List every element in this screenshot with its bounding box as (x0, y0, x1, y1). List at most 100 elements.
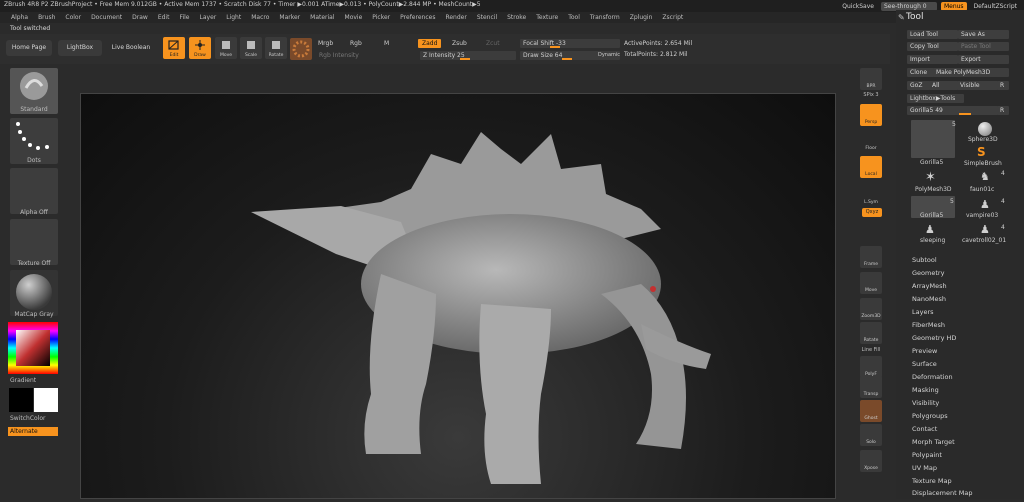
secondary-color-swatch[interactable] (34, 388, 58, 412)
goz-visible-button[interactable]: Visible (957, 81, 998, 90)
section-nanomesh[interactable]: NanoMesh (912, 295, 946, 303)
persp-button[interactable]: Persp (860, 104, 882, 126)
lightbox-tools-button[interactable]: Lightbox▶Tools (907, 94, 964, 103)
primary-color-swatch[interactable] (9, 388, 33, 412)
draw-mode-button[interactable]: Draw (189, 37, 211, 59)
simplebrush-icon[interactable]: S (977, 145, 986, 159)
zsub-button[interactable]: Zsub (452, 40, 467, 47)
focal-shift-slider[interactable]: Focal Shift -33 (520, 39, 620, 48)
section-polypaint[interactable]: Polypaint (912, 451, 942, 459)
menu-stencil[interactable]: Stencil (472, 14, 502, 21)
document-canvas[interactable] (80, 93, 836, 499)
menu-alpha[interactable]: Alpha (6, 14, 33, 21)
scale-mode-button[interactable]: Scale (240, 37, 262, 59)
material-swatch[interactable] (290, 38, 312, 60)
cavetroll-icon[interactable]: ♟ (980, 223, 990, 236)
move-view-button[interactable]: Move (860, 272, 882, 294)
menu-brush[interactable]: Brush (33, 14, 60, 21)
section-contact[interactable]: Contact (912, 425, 937, 433)
sculpt-model[interactable] (81, 94, 837, 500)
section-fibermesh[interactable]: FiberMesh (912, 321, 945, 329)
goz-r-button[interactable]: R (997, 81, 1009, 90)
lightbox-button[interactable]: LightBox (58, 40, 102, 56)
paste-tool-button[interactable]: Paste Tool (958, 42, 1009, 51)
menu-material[interactable]: Material (305, 14, 339, 21)
current-tool-slider[interactable]: Gorilla5 49 (907, 106, 998, 115)
gradient-label[interactable]: Gradient (10, 377, 58, 384)
rgb-button[interactable]: Rgb (350, 40, 362, 47)
polymesh3d-icon[interactable]: ✶ (925, 170, 936, 185)
section-subtool[interactable]: Subtool (912, 256, 937, 264)
menu-zscript[interactable]: Zscript (657, 14, 688, 21)
faun-icon[interactable]: ♞ (980, 170, 990, 183)
sleeping-icon[interactable]: ♟ (925, 223, 935, 236)
section-uv-map[interactable]: UV Map (912, 464, 937, 472)
xyz-button[interactable]: Qxyz (862, 208, 882, 217)
section-texture-map[interactable]: Texture Map (912, 477, 952, 485)
zcut-button[interactable]: Zcut (486, 40, 500, 47)
menu-light[interactable]: Light (221, 14, 246, 21)
rotate-mode-button[interactable]: Rotate (265, 37, 287, 59)
frame-button[interactable]: Frame (860, 246, 882, 268)
menu-layer[interactable]: Layer (195, 14, 222, 21)
rotate-view-button[interactable]: Rotate (860, 322, 882, 344)
floor-button[interactable]: Floor (860, 130, 882, 152)
menu-preferences[interactable]: Preferences (395, 14, 440, 21)
section-geometry-hd[interactable]: Geometry HD (912, 334, 956, 342)
copy-tool-button[interactable]: Copy Tool (907, 42, 958, 51)
section-masking[interactable]: Masking (912, 386, 939, 394)
menu-marker[interactable]: Marker (274, 14, 305, 21)
section-geometry[interactable]: Geometry (912, 269, 944, 277)
section-morph-target[interactable]: Morph Target (912, 438, 955, 446)
edit-mode-button[interactable]: Edit (163, 37, 185, 59)
texture-selector[interactable] (10, 219, 58, 265)
menu-texture[interactable]: Texture (531, 14, 563, 21)
make-polymesh3d-button[interactable]: Make PolyMesh3D (933, 68, 1009, 77)
zoom3d-button[interactable]: Zoom3D (860, 298, 882, 320)
menu-tool[interactable]: Tool (563, 14, 585, 21)
local-button[interactable]: Local (860, 156, 882, 178)
line-fill-button[interactable]: Line Fill (856, 347, 886, 353)
export-button[interactable]: Export (958, 55, 1009, 64)
draw-size-slider[interactable]: Draw Size 64 Dynamic (520, 51, 620, 60)
section-arraymesh[interactable]: ArrayMesh (912, 282, 947, 290)
menu-picker[interactable]: Picker (367, 14, 395, 21)
dynamic-button[interactable]: Dynamic (598, 51, 620, 60)
section-preview[interactable]: Preview (912, 347, 937, 355)
spix-control[interactable]: SPix 3 (856, 92, 886, 98)
alpha-selector[interactable] (10, 168, 58, 214)
tool-thumb-gorilla5[interactable] (911, 120, 955, 158)
home-page-button[interactable]: Home Page (6, 40, 52, 56)
menu-macro[interactable]: Macro (246, 14, 274, 21)
quicksave-button[interactable]: QuickSave (839, 2, 877, 11)
transp-button[interactable]: Transp (860, 376, 882, 398)
rgb-intensity-slider[interactable]: Rgb Intensity (316, 51, 414, 60)
menu-render[interactable]: Render (440, 14, 471, 21)
vampire-icon[interactable]: ♟ (980, 198, 990, 211)
import-button[interactable]: Import (907, 55, 958, 64)
menu-draw[interactable]: Draw (127, 14, 153, 21)
section-surface[interactable]: Surface (912, 360, 937, 368)
alternate-button[interactable]: Alternate (8, 427, 58, 436)
goz-button[interactable]: GoZ (907, 81, 930, 90)
menu-zplugin[interactable]: Zplugin (625, 14, 658, 21)
menu-color[interactable]: Color (60, 14, 86, 21)
section-deformation[interactable]: Deformation (912, 373, 953, 381)
switch-color-button[interactable]: SwitchColor (10, 415, 58, 422)
mrgb-button[interactable]: Mrgb (318, 40, 333, 47)
menu-movie[interactable]: Movie (340, 14, 368, 21)
section-polygroups[interactable]: Polygroups (912, 412, 948, 420)
material-selector[interactable] (10, 270, 58, 316)
menu-edit[interactable]: Edit (153, 14, 175, 21)
current-tool-r-button[interactable]: R (997, 106, 1009, 115)
sphere3d-icon[interactable] (978, 122, 992, 136)
menu-stroke[interactable]: Stroke (502, 14, 531, 21)
section-layers[interactable]: Layers (912, 308, 934, 316)
zadd-button[interactable]: Zadd (418, 39, 442, 48)
section-displacement-map[interactable]: Displacement Map (912, 489, 972, 497)
color-picker[interactable] (8, 322, 58, 374)
section-visibility[interactable]: Visibility (912, 399, 939, 407)
lsym-button[interactable]: L.Sym (860, 184, 882, 206)
m-button[interactable]: M (384, 40, 389, 47)
load-tool-button[interactable]: Load Tool (907, 30, 958, 39)
